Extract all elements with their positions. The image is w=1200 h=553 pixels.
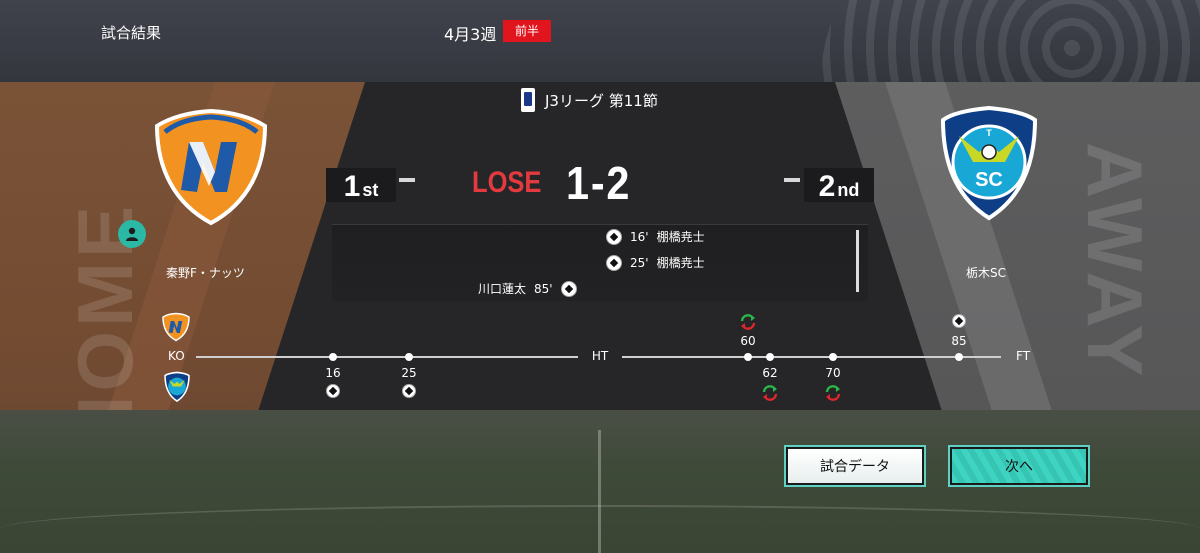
home-rank-number: 1 (343, 170, 361, 203)
event-minute: 70 (825, 366, 841, 380)
goal-entry: 16' 棚橋尭士 (606, 228, 705, 245)
svg-text:T: T (986, 128, 992, 138)
goal-minute: 25' (630, 255, 649, 270)
goal-scorer: 川口蓮太 (478, 282, 527, 296)
away-rank-dash (784, 178, 800, 182)
substitution-icon (740, 314, 756, 330)
home-watermark: HOME (61, 202, 149, 410)
event-minute: 62 (762, 366, 778, 380)
user-icon[interactable] (118, 220, 146, 248)
timeline-dot (955, 353, 963, 361)
timeline-halftime: HT (578, 349, 622, 365)
away-rank-suffix: nd (837, 180, 860, 200)
result-panel: HOME AWAY J3リーグ 第11節 秦野F・ナッツ SC T 栃木SC 1… (0, 82, 1200, 410)
league-title: J3リーグ 第11節 (521, 88, 658, 112)
goal-minute: 85' (534, 281, 553, 296)
away-team-name: 栃木SC (966, 266, 1006, 280)
timeline-dot (405, 353, 413, 361)
away-timeline-crest-icon (164, 371, 190, 402)
soccer-ball-icon (326, 384, 340, 398)
decorative-swirl (820, 0, 1200, 82)
timeline-dot (829, 353, 837, 361)
orange-n-shield-crest (154, 108, 268, 226)
page-title: 試合結果 (101, 24, 162, 42)
timeline-dot (329, 353, 337, 361)
substitution-icon (825, 385, 841, 401)
away-rank: 2 nd (804, 168, 874, 203)
event-minute: 16 (325, 366, 341, 380)
tochigi-sc-crest: SC T (940, 106, 1038, 221)
goal-scorer: 棚橋尭士 (656, 230, 705, 244)
week-label: 4月3週 (444, 25, 497, 44)
event-minute: 25 (401, 366, 417, 380)
goal-minute: 16' (630, 229, 649, 244)
home-rank-suffix: st (362, 180, 379, 200)
result-label: LOSE (472, 166, 542, 199)
match-data-button[interactable]: 試合データ (786, 447, 924, 485)
home-rank: 1 st (326, 168, 396, 203)
svg-text:SC: SC (975, 169, 1003, 191)
timeline-fulltime: FT (1016, 349, 1031, 363)
goal-entry: 川口蓮太 85' (478, 280, 577, 297)
goal-scorer: 棚橋尭士 (656, 256, 705, 270)
goal-entry: 25' 棚橋尭士 (606, 254, 705, 271)
soccer-ball-icon (606, 228, 622, 245)
event-minute: 60 (740, 334, 756, 348)
soccer-ball-icon (606, 254, 622, 271)
event-minute: 85 (951, 334, 967, 348)
substitution-icon (762, 385, 778, 401)
goals-divider (856, 230, 859, 292)
person-glyph-icon (126, 227, 138, 241)
pitch-arc (0, 505, 1200, 553)
soccer-ball-icon (560, 280, 577, 297)
league-name: J3リーグ 第11節 (545, 91, 658, 110)
home-rank-dash (399, 178, 415, 182)
half-badge: 前半 (503, 20, 551, 42)
top-bar: 試合結果 4月3週 前半 (0, 0, 1200, 82)
home-team-name: 秦野F・ナッツ (166, 266, 245, 280)
home-timeline-crest-icon (162, 312, 190, 342)
timeline-dot (766, 353, 774, 361)
soccer-ball-icon (952, 314, 966, 328)
away-watermark: AWAY (1071, 142, 1159, 381)
j-league-logo-icon (521, 88, 535, 112)
away-rank-number: 2 (818, 170, 836, 203)
next-button[interactable]: 次へ (950, 447, 1088, 485)
score: 1-2 (566, 157, 632, 209)
timeline-kickoff: KO (168, 349, 185, 363)
goals-list (332, 224, 868, 301)
soccer-ball-icon (402, 384, 416, 398)
timeline-dot (744, 353, 752, 361)
